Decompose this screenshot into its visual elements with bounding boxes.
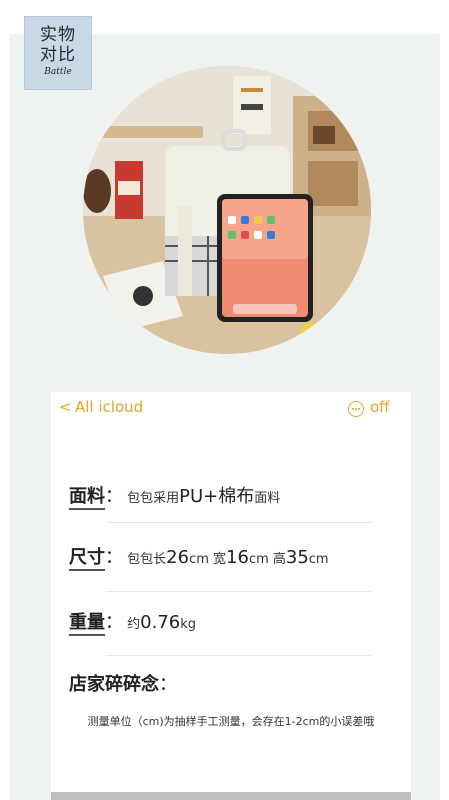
size-height: 35 [285, 547, 309, 568]
weight-row: 重量： 约0.76kg [69, 608, 197, 636]
size-text: 包包长 [127, 552, 167, 567]
size-width: 16 [226, 547, 249, 568]
badge-line-1: 实物 [40, 25, 76, 45]
off-button[interactable]: off [370, 398, 390, 416]
size-length: 26 [166, 547, 190, 568]
size-text: 宽 [208, 552, 227, 567]
weight-unit: kg [180, 617, 197, 632]
size-unit: cm [308, 552, 329, 567]
back-button[interactable]: < [59, 398, 72, 416]
note-card: < All icloud off 面料： 包包采用PU+棉布面料 尺寸： 包包长… [51, 392, 411, 794]
fabric-suffix: 面料 [254, 491, 281, 506]
weight-value: 0.76 [140, 612, 181, 633]
size-text: 高 [268, 552, 286, 567]
more-icon[interactable] [348, 401, 364, 417]
size-row: 尺寸： 包包长26cm 宽16cm 高35cm [69, 543, 329, 571]
note-header: < All icloud off [51, 392, 411, 426]
divider [107, 522, 371, 523]
fabric-row: 面料： 包包采用PU+棉布面料 [69, 482, 281, 510]
badge-line-2: 对比 [40, 45, 76, 65]
product-photo [83, 66, 371, 354]
size-label: 尺寸 [69, 547, 105, 571]
compare-badge: 实物 对比 Battle [24, 16, 92, 90]
fabric-label: 面料 [69, 486, 105, 510]
divider [107, 655, 371, 656]
badge-line-3: Battle [44, 67, 72, 77]
size-unit: cm [189, 552, 209, 567]
fabric-highlight: PU+棉布 [179, 486, 255, 507]
divider [107, 591, 371, 592]
store-row: 店家碎碎念： [69, 674, 177, 695]
card-shadow [51, 792, 411, 800]
size-unit: cm [248, 552, 269, 567]
weight-prefix: 约 [127, 617, 141, 632]
fabric-prefix: 包包采用 [127, 491, 180, 506]
weight-label: 重量 [69, 612, 105, 636]
folder-link[interactable]: All icloud [75, 398, 143, 416]
footnote: 测量单位（cm)为抽样手工测量，会存在1-2cm的小误差哦 [87, 715, 375, 728]
store-label: 店家碎碎念 [69, 674, 159, 695]
